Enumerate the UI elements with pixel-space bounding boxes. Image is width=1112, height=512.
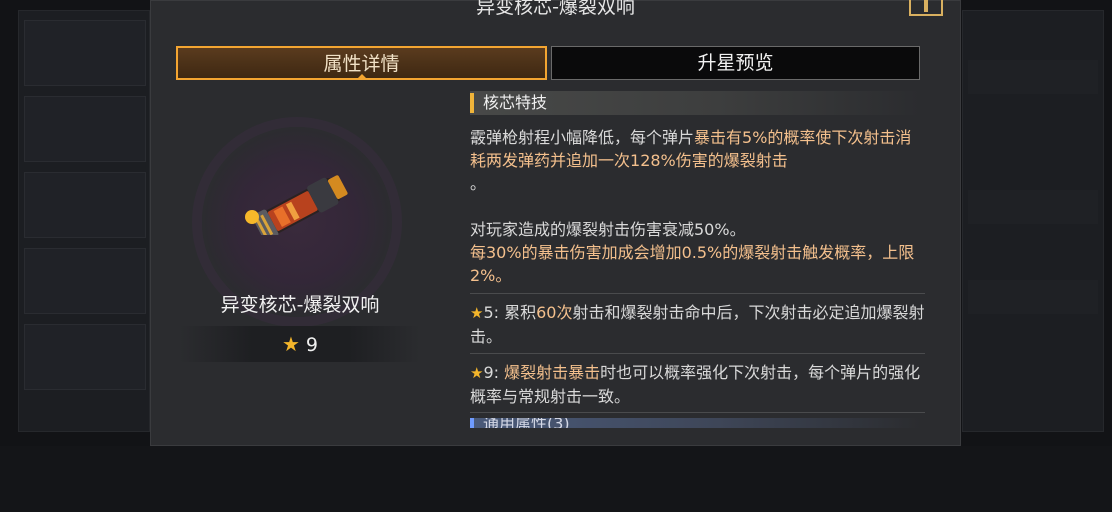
- star-icon: ★: [281, 332, 300, 356]
- bonus-text: 9:: [483, 363, 505, 382]
- desc-text: 霰弹枪射程小幅降低，每个弹片: [470, 128, 695, 147]
- note-highlight: 每30%的暴击伤害加成会增加0.5%的爆裂射击触发概率，上限2%。: [470, 243, 915, 285]
- skill-note: 对玩家造成的爆裂射击伤害衰减50%。每30%的暴击伤害加成会增加0.5%的爆裂射…: [470, 218, 925, 287]
- background-list-item: [24, 96, 146, 162]
- section-accent-bar: [470, 93, 474, 113]
- bonus-highlight: 爆裂射击暴击: [504, 363, 601, 382]
- divider: [470, 412, 925, 413]
- modal-title: 异变核芯-爆裂双响: [476, 0, 635, 18]
- background-list-item: [968, 190, 1098, 224]
- star-count: 9: [305, 334, 319, 356]
- skill-description: 霰弹枪射程小幅降低，每个弹片暴击有5%的概率使下次射击消耗两发弹药并追加一次12…: [470, 126, 925, 195]
- star5-bonus: ★5: 累积60次射击和爆裂射击命中后，下次射击必定追加爆裂射击。: [470, 301, 925, 348]
- background-bottom-bar: [0, 446, 1112, 512]
- tab-active-caret-icon: [355, 74, 368, 80]
- note-text: 对玩家造成的爆裂射击伤害衰减50%。: [470, 220, 746, 239]
- star-icon: ★: [470, 364, 484, 382]
- desc-text: 。: [470, 174, 487, 193]
- item-name: 异变核芯-爆裂双响: [220, 294, 380, 316]
- star-icon: ★: [470, 304, 484, 322]
- tab-label: 升星预览: [697, 52, 774, 74]
- background-list-item: [968, 60, 1098, 94]
- tab-star-preview[interactable]: 升星预览: [551, 46, 920, 80]
- background-list-item: [24, 172, 146, 238]
- background-list-item: [968, 280, 1098, 314]
- star-level: ★ 9: [180, 326, 420, 362]
- desc-highlight: 追加一次128%伤害的爆裂射击: [566, 151, 788, 170]
- background-list-item: [24, 20, 146, 86]
- section-header-core-skill: 核芯特技: [470, 91, 920, 115]
- close-icon[interactable]: [909, 0, 943, 16]
- tab-attribute-details[interactable]: 属性详情: [176, 46, 547, 80]
- divider: [470, 353, 925, 354]
- section-header-general-attributes: 通用属性(3): [470, 418, 920, 428]
- section-accent-bar: [470, 418, 474, 428]
- section-title: 通用属性(3): [483, 418, 570, 428]
- core-canister-icon: [245, 175, 348, 235]
- section-title: 核芯特技: [483, 93, 548, 112]
- background-list-item: [24, 248, 146, 314]
- background-list-item: [24, 324, 146, 390]
- item-detail-modal: 异变核芯-爆裂双响 属性详情 升星预览 异变核芯-爆裂双响 ★ 9 核芯特技 霰弹…: [150, 0, 961, 446]
- bonus-highlight: 60次: [536, 303, 573, 322]
- star9-bonus: ★9: 爆裂射击暴击时也可以概率强化下次射击，每个弹片的强化概率与常规射击一致。: [470, 361, 925, 408]
- bonus-text: 5: 累积: [483, 303, 537, 322]
- divider: [470, 293, 925, 294]
- tab-label: 属性详情: [323, 53, 400, 75]
